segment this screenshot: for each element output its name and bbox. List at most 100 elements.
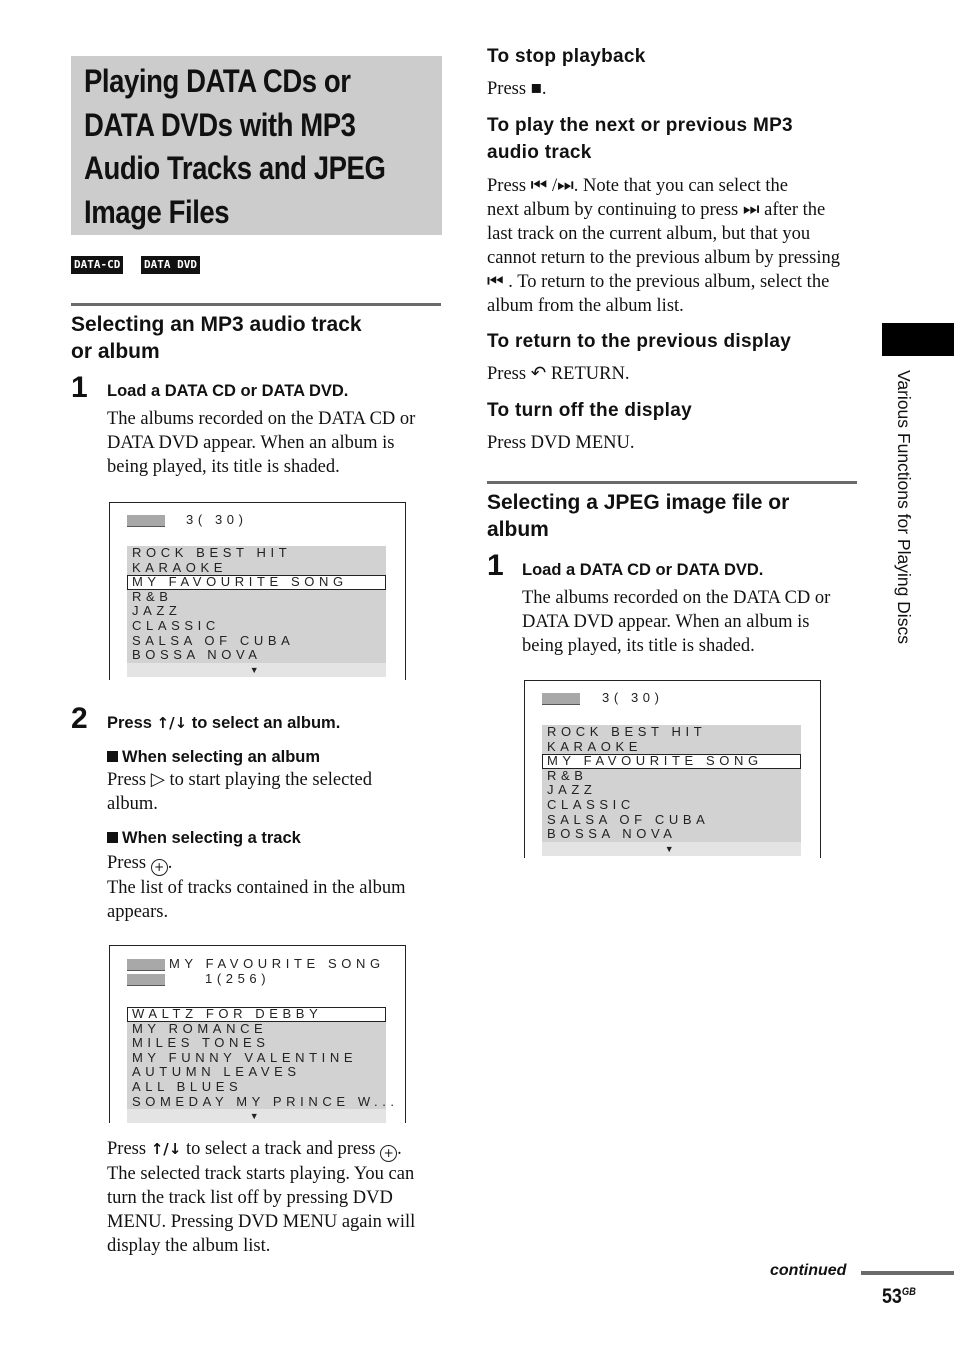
album-item[interactable]: SALSA OF CUBA <box>127 633 386 649</box>
heading-next-prev: To play the next or previous MP3 audio t… <box>487 112 793 166</box>
text: . <box>541 79 547 99</box>
body-line: ⏮ . To return to the previous album, sel… <box>487 272 830 292</box>
album-icon <box>542 693 580 705</box>
body-line: The albums recorded on the DATA CD or <box>107 409 416 429</box>
album-count: 3( 30) <box>602 690 664 705</box>
heading-display-off: To turn off the display <box>487 400 692 421</box>
album-item[interactable]: KARAOKE <box>542 739 801 755</box>
track-item[interactable]: MY ROMANCE <box>127 1021 386 1037</box>
album-item[interactable]: SALSA OF CUBA <box>542 812 801 828</box>
square-bullet-icon <box>107 832 118 843</box>
body-line: display the album list. <box>107 1236 271 1256</box>
text: Press <box>107 853 151 873</box>
album-item[interactable]: KARAOKE <box>127 560 386 576</box>
osd-track-list: MY FAVOURITE SONG 1(256) WALTZ FOR DEBBY… <box>109 945 406 1124</box>
track-item[interactable]: SOMEDAY MY PRINCE W... <box>127 1094 394 1110</box>
body-line: DATA DVD appear. When an album is <box>107 433 395 453</box>
return-body: Press ↶ RETURN. <box>487 362 629 386</box>
body-line: The albums recorded on the DATA CD or <box>522 588 831 608</box>
chapter-tab-label: Various Functions for Playing Discs <box>894 370 914 644</box>
step-number: 2 <box>71 702 88 735</box>
album-item[interactable]: ROCK BEST HIT <box>127 545 386 561</box>
section-rule <box>487 481 857 484</box>
album-count: 3( 30) <box>186 512 248 527</box>
album-item[interactable]: ROCK BEST HIT <box>542 724 801 740</box>
text: When selecting an album <box>122 748 321 766</box>
track-item[interactable]: AUTUMN LEAVES <box>127 1065 386 1080</box>
track-count: 1(256) <box>205 971 271 986</box>
play-icon: ▷ <box>150 770 165 790</box>
album-icon <box>127 959 165 971</box>
track-list: WALTZ FOR DEBBY MY ROMANCE MILES TONES M… <box>127 1006 394 1124</box>
page-number: 53GB <box>882 1285 916 1309</box>
stop-icon: ■ <box>530 79 542 99</box>
album-item[interactable]: JAZZ <box>127 604 386 619</box>
heading-stop: To stop playback <box>487 46 646 67</box>
text: 53 <box>882 1285 902 1308</box>
text: . <box>167 853 173 873</box>
album-item[interactable]: BOSSA NOVA <box>542 827 801 842</box>
osd-album-list-jpeg: 3( 30) ROCK BEST HIT KARAOKE MY FAVOURIT… <box>524 680 821 858</box>
scroll-down-icon[interactable]: ▼ <box>542 841 801 856</box>
body-line: last track on the current album, but tha… <box>487 224 811 244</box>
sub-body: Press ▷ to start playing the selected al… <box>107 768 372 816</box>
text: Press <box>487 364 531 384</box>
body-line: MENU. Pressing DVD MENU again will <box>107 1212 416 1232</box>
enter-icon: + <box>380 1145 398 1162</box>
album-item[interactable]: CLASSIC <box>127 618 386 634</box>
body-line: being played, its title is shaded. <box>522 636 755 656</box>
album-item[interactable]: R&B <box>127 589 386 605</box>
badge-data-cd: DATA-CD <box>71 256 124 274</box>
square-bullet-icon <box>107 751 118 762</box>
scroll-down-icon[interactable]: ▼ <box>127 662 386 677</box>
osd-album-list: 3( 30) ROCK BEST HIT KARAOKE MY FAVOURIT… <box>109 502 406 680</box>
body-line: turn the track list off by pressing DVD <box>107 1188 393 1208</box>
section-title-line: Selecting a JPEG image file or <box>487 491 790 514</box>
body-line: Press ⏮ /⏭. Note that you can select the <box>487 176 788 196</box>
next-prev-body: Press ⏮ /⏭. Note that you can select the… <box>487 174 840 318</box>
text: Press <box>107 1139 151 1159</box>
track-item[interactable]: MILES TONES <box>127 1036 386 1051</box>
text: to select a track and press <box>181 1139 381 1159</box>
album-item[interactable]: BOSSA NOVA <box>127 648 386 663</box>
title-line: Playing DATA CDs or <box>84 63 351 99</box>
scroll-down-icon[interactable]: ▼ <box>127 1109 386 1124</box>
up-down-arrow-icon: ↑/↓ <box>156 714 188 732</box>
album-item[interactable]: CLASSIC <box>542 797 801 813</box>
body-line: The selected track starts playing. You c… <box>107 1164 415 1184</box>
page-title: Playing DATA CDs or DATA DVDs with MP3 A… <box>84 60 394 234</box>
step-title: Press ↑/↓ to select an album. <box>107 712 340 734</box>
step-body: The albums recorded on the DATA CD or DA… <box>522 586 830 658</box>
step-title: Load a DATA CD or DATA DVD. <box>107 382 349 400</box>
music-note-icon <box>127 974 165 986</box>
text: RETURN. <box>546 364 630 384</box>
section-title-line: Selecting an MP3 audio track <box>71 313 362 336</box>
body-line: appears. <box>107 902 169 922</box>
album-item-selected[interactable]: MY FAVOURITE SONG <box>127 575 386 590</box>
heading-return: To return to the previous display <box>487 331 792 352</box>
body-line: next album by continuing to press ⏭ afte… <box>487 200 826 220</box>
display-off-body: Press DVD MENU. <box>487 433 635 453</box>
heading-line: audio track <box>487 142 592 163</box>
body-line: The list of tracks contained in the albu… <box>107 878 406 898</box>
current-album: MY FAVOURITE SONG <box>169 956 385 971</box>
body-line: being played, its title is shaded. <box>107 457 340 477</box>
track-item-selected[interactable]: WALTZ FOR DEBBY <box>127 1006 386 1022</box>
chapter-tab-marker <box>882 323 954 356</box>
continued-rule <box>861 1271 954 1275</box>
sub-body: Press +. The list of tracks contained in… <box>107 851 405 924</box>
body-line: album from the album list. <box>487 296 684 316</box>
after-body: Press ↑/↓ to select a track and press +.… <box>107 1137 415 1258</box>
album-item[interactable]: R&B <box>542 768 801 784</box>
track-item[interactable]: MY FUNNY VALENTINE <box>127 1050 386 1066</box>
track-item[interactable]: ALL BLUES <box>127 1079 386 1095</box>
text: . <box>397 1139 402 1159</box>
continued-label: continued <box>770 1262 847 1279</box>
step-body: The albums recorded on the DATA CD or DA… <box>107 407 415 479</box>
heading-line: To play the next or previous MP3 <box>487 115 793 136</box>
step-number: 1 <box>487 549 504 582</box>
album-item[interactable]: JAZZ <box>542 783 801 798</box>
album-item-selected[interactable]: MY FAVOURITE SONG <box>542 754 801 769</box>
title-line: DATA DVDs with MP3 <box>84 106 356 143</box>
badge-data-dvd: DATA DVD <box>141 256 200 274</box>
